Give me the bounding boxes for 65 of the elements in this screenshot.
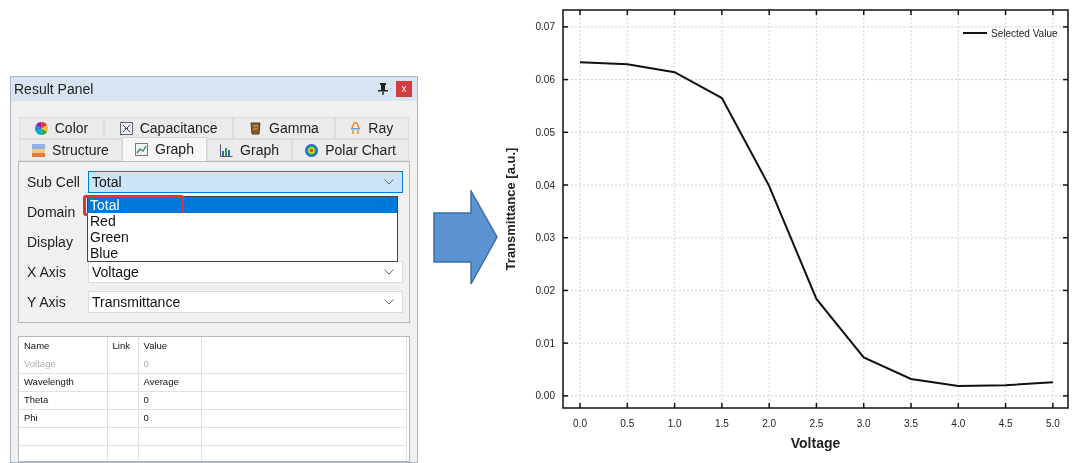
tick-label: 2.0	[762, 418, 777, 429]
x-axis-title: Voltage	[790, 435, 841, 451]
tick-label: 0.03	[535, 232, 555, 244]
field-label: Y Axis	[27, 292, 67, 312]
legend-label: Selected Value	[991, 28, 1058, 39]
tick-label: 4.0	[951, 418, 966, 429]
table-cell: Phi	[19, 409, 107, 427]
close-button[interactable]: x	[396, 81, 412, 97]
y-axis-title: Transmittance [a.u.]	[503, 147, 518, 271]
pin-icon[interactable]	[378, 83, 388, 95]
table-cell: Voltage	[19, 355, 107, 373]
tab[interactable]: Gamma	[233, 117, 335, 139]
tick-label: 0.01	[535, 337, 555, 349]
table-cell: 0	[138, 355, 201, 373]
table-cell: Theta	[19, 391, 107, 409]
field-label: X Axis	[27, 262, 67, 282]
legend-line	[962, 32, 988, 34]
table-cell: 0	[138, 409, 201, 427]
chevron-down-icon	[384, 299, 394, 305]
right-arrow-icon	[433, 190, 499, 286]
table-cell: Average	[138, 373, 201, 391]
panel-title: Result Panel	[14, 79, 95, 99]
tick-label: 0.07	[535, 21, 555, 33]
tick-label: 0.0	[573, 418, 587, 429]
color-wheel-icon	[34, 121, 48, 135]
dropdown-field[interactable]: Voltage	[88, 261, 403, 283]
tab[interactable]: Polar Chart	[292, 139, 410, 161]
tab[interactable]: Graph	[207, 139, 293, 161]
layers-icon	[32, 143, 46, 157]
ray-icon	[350, 121, 362, 135]
chevron-down-icon	[384, 269, 394, 275]
tick-label: 4.5	[998, 418, 1013, 429]
field-label: Sub Cell	[27, 172, 81, 192]
column-header: Name	[19, 337, 107, 355]
tick-label: 5.0	[1045, 418, 1060, 429]
gamma-icon	[249, 121, 263, 135]
field-label: Display	[27, 232, 74, 252]
tick-label: 2.5	[809, 418, 824, 429]
bar-chart-icon	[220, 143, 234, 157]
tick-label: 0.06	[535, 74, 555, 86]
dropdown-field[interactable]: Transmittance	[88, 291, 403, 313]
chevron-down-icon	[384, 179, 394, 185]
column-header: Value	[138, 337, 201, 355]
dropdown-field[interactable]: Total	[88, 171, 403, 193]
tick-label: 0.04	[535, 179, 555, 191]
tab[interactable]: Color	[19, 117, 104, 139]
polar-chart-icon	[305, 143, 319, 157]
tick-label: 3.0	[856, 418, 871, 429]
tick-label: 0.5	[620, 418, 635, 429]
tab[interactable]: Structure	[19, 139, 122, 161]
tab[interactable]: Graph	[121, 137, 207, 161]
table-cell: 0	[138, 391, 201, 409]
tab[interactable]: Ray	[334, 117, 409, 139]
tick-label: 0.05	[535, 126, 555, 138]
tick-label: 1.0	[667, 418, 682, 429]
line-graph-icon	[135, 143, 148, 156]
column-header: Link	[107, 337, 138, 355]
tick-label: 1.5	[714, 418, 729, 429]
table-cell: Wavelength	[19, 373, 107, 391]
tick-label: 0.02	[535, 284, 555, 296]
tick-label: 3.5	[904, 418, 918, 429]
capacitor-icon	[119, 121, 133, 135]
tick-label: 0.00	[535, 390, 555, 402]
tab[interactable]: Capacitance	[103, 117, 234, 139]
field-label: Domain	[27, 202, 77, 222]
